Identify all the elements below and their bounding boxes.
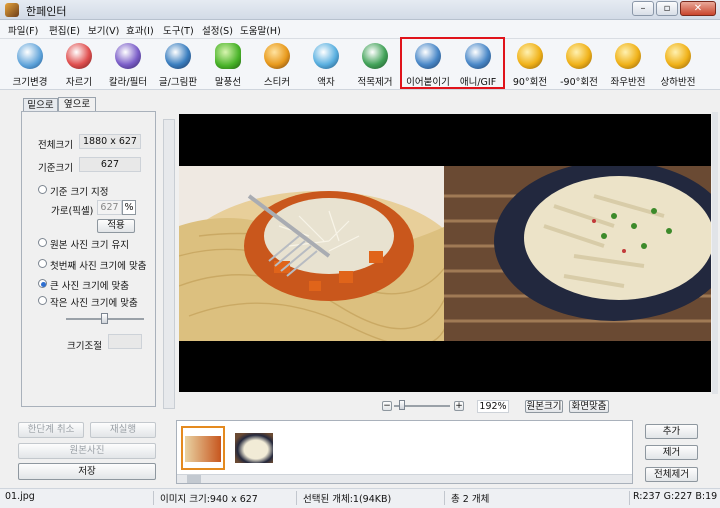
canvas-scrollbar[interactable] <box>712 112 718 394</box>
menu-view[interactable]: 보기(V) <box>88 23 119 37</box>
flip-vertical-icon <box>665 43 691 69</box>
status-selected: 선택된 개체:1(94KB) <box>303 494 392 505</box>
remove-button[interactable]: 제거 <box>645 445 698 460</box>
option-set-base-label: 기준 크기 지정 <box>50 187 109 198</box>
window-title: 한페인터 <box>26 5 67 18</box>
status-separator <box>153 491 154 505</box>
total-size-value: 1880 x 627 <box>79 134 141 149</box>
base-size-label: 기준크기 <box>38 163 73 174</box>
flip-horizontal-icon <box>615 43 641 69</box>
option-fit-large-label: 큰 사진 크기에 맞춤 <box>50 281 129 292</box>
status-pixel: R:237 G:227 B:19 <box>633 491 718 502</box>
thumbnail-selected[interactable] <box>181 426 225 470</box>
menu-help[interactable]: 도움말(H) <box>240 23 281 37</box>
panel-scrollbar[interactable] <box>163 119 175 409</box>
zoom-in-button[interactable]: + <box>454 401 464 411</box>
save-button[interactable]: 저장 <box>18 463 156 480</box>
text-paint-icon <box>165 43 191 69</box>
menu-file[interactable]: 파일(F) <box>8 23 38 37</box>
radio-fit-first[interactable] <box>38 259 47 268</box>
status-separator <box>629 491 630 505</box>
option-keep-original-label: 원본 사진 크기 유지 <box>50 240 129 251</box>
status-image-size: 이미지 크기:940 x 627 <box>160 494 258 505</box>
radio-set-base[interactable] <box>38 185 47 194</box>
frame-icon <box>313 43 339 69</box>
speech-bubble-icon <box>215 43 241 69</box>
maximize-button[interactable]: ▫ <box>656 1 678 16</box>
thumbnail[interactable] <box>233 428 275 468</box>
thumbnail-scrollbar[interactable] <box>177 474 632 483</box>
undo-button[interactable]: 한단계 취소 <box>18 422 84 438</box>
resize-icon <box>17 43 43 69</box>
menu-tools[interactable]: 도구(T) <box>163 23 194 37</box>
menu-settings[interactable]: 설정(S) <box>202 23 233 37</box>
thumbnail-image <box>185 436 221 462</box>
apply-button[interactable]: 적용 <box>97 219 135 233</box>
app-icon <box>5 3 19 17</box>
thumbnail-image <box>235 433 273 463</box>
toolbar-label: 상하반전 <box>660 77 696 88</box>
close-button[interactable]: ✕ <box>680 1 716 16</box>
status-bar: 01.jpg 이미지 크기:940 x 627 선택된 개체:1(94KB) 총… <box>0 488 720 508</box>
status-separator <box>444 491 445 505</box>
size-adjust-label: 크기조절 <box>67 341 102 352</box>
size-slider-thumb[interactable] <box>101 313 108 324</box>
title-bar: 한페인터 – ▫ ✕ <box>0 0 720 20</box>
menu-edit[interactable]: 편집(E) <box>49 23 80 37</box>
sticker-icon <box>264 43 290 69</box>
radio-fit-large[interactable] <box>38 279 47 288</box>
thumbnail-scroll-thumb[interactable] <box>187 475 201 483</box>
rotate-cw-icon <box>517 43 543 69</box>
red-eye-icon <box>362 43 388 69</box>
original-photo-button[interactable]: 원본사진 <box>18 443 156 459</box>
menu-bar: 파일(F) 편집(E) 보기(V) 효과(I) 도구(T) 설정(S) 도움말(… <box>0 20 720 39</box>
radio-keep-original[interactable] <box>38 238 47 247</box>
percent-toggle[interactable]: % <box>122 200 136 215</box>
option-fit-small-label: 작은 사진 크기에 맞춤 <box>50 298 138 309</box>
total-size-label: 전체크기 <box>38 140 73 151</box>
redo-button[interactable]: 재실행 <box>90 422 156 438</box>
original-size-button[interactable]: 원본크기 <box>525 400 563 413</box>
status-file: 01.jpg <box>5 491 35 502</box>
minimize-button[interactable]: – <box>632 1 654 16</box>
color-filter-icon <box>115 43 141 69</box>
fit-screen-button[interactable]: 화면맞춤 <box>569 400 609 413</box>
size-adjust-input[interactable] <box>108 334 142 349</box>
width-input[interactable]: 627 <box>97 200 122 215</box>
menu-effect[interactable]: 효과(I) <box>126 23 154 37</box>
base-size-value: 627 <box>79 157 141 172</box>
pasta-photo <box>444 161 720 341</box>
toolbar-red-eye-button[interactable]: 적목제거 <box>352 41 398 89</box>
zoom-out-button[interactable]: − <box>382 401 392 411</box>
status-total: 총 2 개체 <box>451 494 490 505</box>
toolbar: 크기변경 자르기 칼라/필터 글/그림판 말풍선 스티커 액자 적목제거 이어붙… <box>0 39 720 90</box>
toolbar-flip-vertical-button[interactable]: 상하반전 <box>655 41 701 89</box>
option-fit-first-label: 첫번째 사진 크기에 맞춤 <box>50 261 147 272</box>
rotate-ccw-icon <box>566 43 592 69</box>
status-separator <box>296 491 297 505</box>
add-button[interactable]: 추가 <box>645 424 698 439</box>
radio-fit-small[interactable] <box>38 296 47 305</box>
zoom-slider-thumb[interactable] <box>399 400 405 410</box>
zoom-value: 192% <box>477 400 509 413</box>
spaghetti-photo <box>169 166 469 361</box>
crop-icon <box>66 43 92 69</box>
highlight-box <box>400 37 505 89</box>
width-label: 가로(픽셀) <box>51 206 94 217</box>
remove-all-button[interactable]: 전체제거 <box>645 467 698 482</box>
